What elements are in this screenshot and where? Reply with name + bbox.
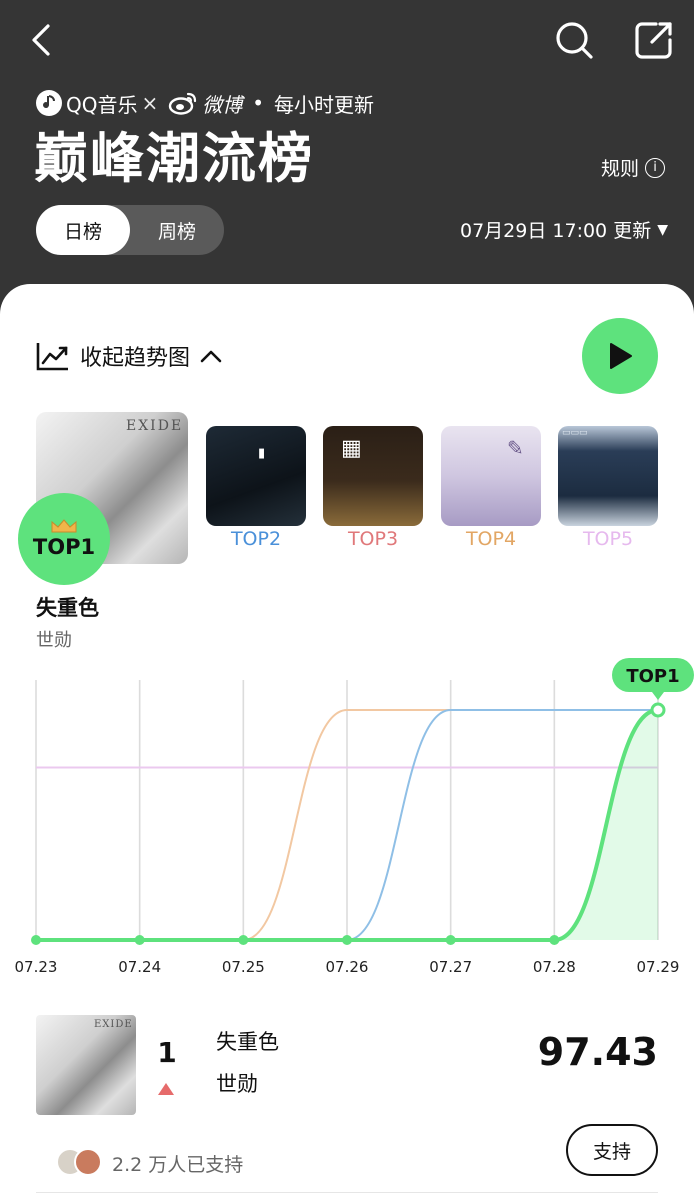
trend-toggle-label: 收起趋势图 (80, 346, 191, 371)
exide-logo-icon: EXIDE (126, 418, 184, 434)
rank-up-icon (158, 1083, 174, 1095)
x-tick-label: 07.25 (222, 958, 265, 976)
top5-label: TOP5 (582, 528, 634, 550)
trend-chart: TOP1 07.23 07.24 07.25 07.26 07.27 07.28 07.29 (15, 658, 694, 976)
top3-album-cover[interactable]: ▦ (323, 426, 423, 526)
update-frequency: 每小时更新 (274, 92, 375, 117)
tab-weekly[interactable]: 周榜 (130, 205, 224, 255)
qq-music-label: QQ音乐 (66, 92, 138, 117)
share-icon (635, 22, 672, 59)
cover2-title-icon: ▮ (258, 446, 266, 461)
top1-badge-label: TOP1 (32, 535, 96, 559)
search-button[interactable] (550, 16, 598, 64)
top4-album-cover[interactable]: ✎ (441, 426, 541, 526)
x-tick-label: 07.24 (118, 958, 161, 976)
data-point (31, 935, 41, 945)
data-point (134, 935, 145, 945)
trend-toggle[interactable]: 收起趋势图 (36, 340, 232, 372)
x-tick-label: 07.29 (637, 958, 680, 976)
top2-album-cover[interactable]: ▮ (206, 426, 306, 526)
data-point (445, 935, 456, 945)
weibo-logo-icon (169, 92, 197, 115)
supporter-count: 2.2 万人已支持 (112, 1154, 244, 1176)
brand-cross: × (141, 91, 159, 115)
featured-song-title: 失重色 (36, 596, 99, 620)
support-button[interactable]: 支持 (566, 1124, 658, 1176)
back-button[interactable] (22, 20, 62, 60)
play-all-button[interactable] (582, 318, 658, 394)
avatar (74, 1148, 102, 1176)
cover3-title-icon: ▦ (341, 436, 362, 461)
brand-row: QQ音乐 × 微博 • 每小时更新 (36, 86, 374, 120)
x-tick-label: 07.26 (326, 958, 369, 976)
row-rank: 1 (157, 1036, 177, 1069)
top1-marker-pointer (652, 692, 664, 700)
chevron-up-icon (200, 350, 222, 363)
row-song-artist: 世勋 (216, 1072, 258, 1096)
featured-song-artist: 世勋 (36, 630, 72, 651)
trend-chart-icon (36, 343, 68, 371)
info-icon: i (645, 157, 666, 178)
exide-logo-icon: EXIDE (94, 1019, 133, 1030)
row-album-cover[interactable]: EXIDE (36, 1015, 136, 1115)
caret-down-icon: ▼ (657, 221, 668, 238)
top5-album-cover[interactable]: ▭▭▭ (558, 426, 658, 526)
top4-label: TOP4 (465, 528, 517, 550)
data-point (238, 935, 249, 945)
data-point (549, 935, 560, 945)
crown-icon (51, 519, 77, 533)
weibo-label: 微博 (202, 92, 243, 117)
top1-badge: TOP1 (18, 493, 110, 585)
row-divider (36, 1192, 658, 1193)
top2-label: TOP2 (230, 528, 282, 550)
data-point (650, 702, 666, 718)
play-icon (610, 343, 632, 369)
search-icon (556, 22, 593, 59)
x-tick-label: 07.27 (429, 958, 472, 976)
qq-music-logo-icon (36, 90, 62, 116)
rules-link[interactable]: 规则 i (601, 154, 666, 181)
page-title: 巅峰潮流榜 (34, 127, 314, 190)
update-time-selector[interactable]: 07月29日 17:00 更新 ▼ (460, 216, 668, 243)
cover5-window-icon: ▭▭▭ (562, 428, 588, 438)
share-button[interactable] (630, 16, 678, 64)
rules-label: 规则 (601, 158, 640, 180)
chart-period-toggle: 日榜 周榜 (36, 205, 224, 255)
brand-dot: • (252, 91, 265, 115)
row-song-title: 失重色 (216, 1030, 279, 1054)
top3-label: TOP3 (347, 528, 399, 550)
update-time: 07月29日 17:00 更新 (460, 220, 652, 242)
top1-marker-label: TOP1 (626, 666, 679, 687)
row-score: 97.43 (537, 1030, 658, 1074)
data-point (342, 935, 352, 945)
cover4-title-icon: ✎ (507, 436, 524, 460)
tab-daily[interactable]: 日榜 (36, 205, 130, 255)
top-bar (0, 0, 694, 90)
x-tick-label: 07.23 (15, 958, 58, 976)
supporter-avatars (56, 1148, 104, 1176)
back-arrow-icon (32, 24, 50, 56)
x-tick-label: 07.28 (533, 958, 576, 976)
